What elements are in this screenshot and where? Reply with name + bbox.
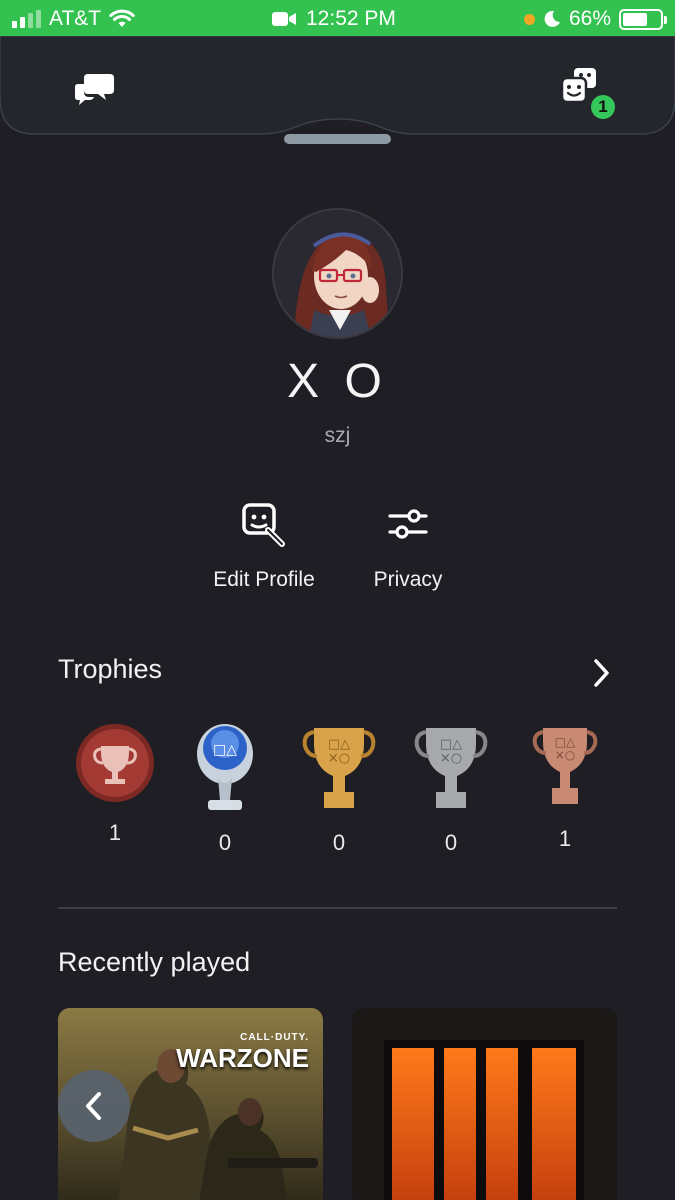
top-bar: 1 [0, 36, 675, 136]
svg-text:□△: □△ [213, 742, 237, 758]
trophy-gold-icon: □△ ×○ [302, 728, 376, 808]
svg-text:×○: ×○ [440, 751, 462, 766]
warzone-logo: CALL·DUTY. WARZONE [176, 1032, 309, 1073]
trophy-platinum-icon: □△ [197, 724, 253, 810]
privacy-label: Privacy [373, 568, 443, 591]
svg-text:×○: ×○ [555, 748, 576, 762]
trophies-chevron-right-icon[interactable] [588, 656, 614, 690]
recently-played-title: Recently played [58, 947, 251, 977]
games-button[interactable]: 1 [560, 66, 622, 126]
trophy-bronze-count: 1 [558, 826, 572, 851]
svg-text:□△: □△ [328, 737, 350, 752]
status-bar: AT&T 12:52 PM 66% [0, 0, 675, 36]
trophy-silver-count: 0 [444, 830, 458, 855]
trophies-title: Trophies [58, 654, 163, 684]
trophy-bronze-icon: □△ ×○ [532, 728, 598, 804]
edit-profile-icon [240, 500, 288, 548]
back-button[interactable] [58, 1070, 130, 1142]
anime-avatar-image [274, 210, 401, 337]
display-name: X O [287, 355, 388, 408]
signal-icon [12, 10, 41, 28]
orange-dot-icon [523, 13, 535, 25]
avatar[interactable] [272, 208, 403, 339]
drawer-handle[interactable] [284, 134, 391, 144]
black-ops-cover-art [352, 1008, 617, 1200]
trophy-gold-count: 0 [332, 830, 346, 855]
chat-button[interactable] [72, 70, 116, 110]
chevron-left-icon [86, 1092, 101, 1120]
privacy-button[interactable]: Privacy [338, 500, 478, 592]
trophy-platinum-count: 0 [218, 830, 232, 855]
trophy-silver-icon: □△ ×○ [414, 728, 488, 808]
trophy-level[interactable]: 1 [65, 722, 165, 846]
wifi-icon [109, 9, 135, 27]
battery-percent: 66% [568, 7, 611, 30]
moon-icon [544, 10, 560, 27]
clock-time: 12:52 PM [306, 7, 396, 30]
trophy-gold[interactable]: □△ ×○ 0 [289, 722, 389, 856]
svg-text:×○: ×○ [328, 751, 350, 766]
edit-profile-label: Edit Profile [213, 568, 315, 591]
chat-bubbles-icon [75, 74, 114, 105]
video-camera-icon [272, 12, 296, 26]
svg-text:□△: □△ [555, 735, 576, 749]
trophy-bronze[interactable]: □△ ×○ 1 [515, 722, 615, 852]
battery-icon [619, 8, 667, 30]
username: szj [324, 424, 351, 447]
section-divider [58, 907, 617, 909]
trophy-platinum[interactable]: □△ 0 [175, 722, 275, 856]
svg-text:□△: □△ [440, 737, 462, 752]
trophy-level-count: 1 [108, 820, 122, 845]
games-badge: 1 [588, 92, 618, 122]
black-ops-card[interactable] [352, 1008, 617, 1200]
trophy-level-icon [76, 724, 154, 802]
carrier-label: AT&T [49, 7, 102, 30]
trophy-silver[interactable]: □△ ×○ 0 [401, 722, 501, 856]
sliders-icon [384, 500, 432, 548]
edit-profile-button[interactable]: Edit Profile [194, 500, 334, 592]
